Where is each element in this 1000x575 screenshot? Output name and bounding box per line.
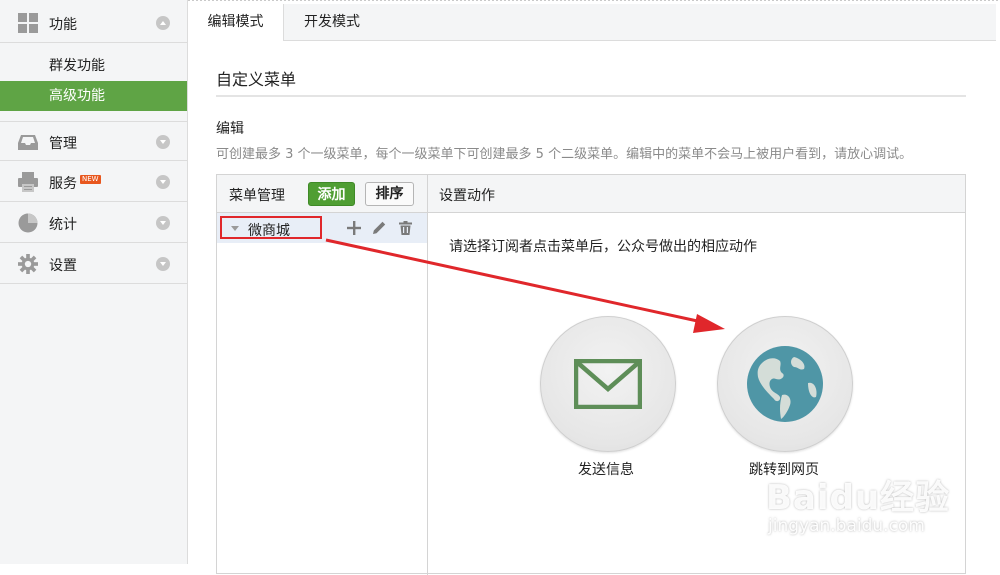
nav-group-label: 功能 xyxy=(49,17,77,33)
nav-group-label: 统计 xyxy=(49,217,77,233)
nav-group-label: 设置 xyxy=(49,258,77,274)
open-webpage-option[interactable] xyxy=(717,316,853,452)
page-title: 自定义菜单 xyxy=(216,70,297,89)
caret-down-icon[interactable] xyxy=(231,226,239,232)
chevron-up-icon[interactable] xyxy=(156,16,170,30)
baidu-watermark-logo: Baidu经验 xyxy=(766,478,951,518)
add-menu-button[interactable]: 添加 xyxy=(308,182,355,206)
chevron-down-icon[interactable] xyxy=(156,175,170,189)
pie-chart-icon xyxy=(17,213,39,233)
chevron-down-icon[interactable] xyxy=(156,216,170,230)
globe-icon xyxy=(747,346,823,422)
sidebar: 功能 群发功能 高级功能 管理 服务 NEW 统计 设置 xyxy=(0,0,188,564)
nav-group-settings[interactable]: 设置 xyxy=(0,244,187,284)
menu-management-title: 菜单管理 xyxy=(229,188,285,204)
nav-group-features[interactable]: 功能 xyxy=(0,3,187,43)
sidebar-item-label: 群发功能 xyxy=(49,58,105,74)
baidu-watermark-url: jingyan.baidu.com xyxy=(768,516,925,536)
menu-item-label: 微商城 xyxy=(248,223,290,239)
tab-dev-mode[interactable]: 开发模式 xyxy=(284,4,380,41)
nav-group-statistics[interactable]: 统计 xyxy=(0,203,187,243)
chevron-down-icon[interactable] xyxy=(156,257,170,271)
sidebar-item-broadcast[interactable]: 群发功能 xyxy=(0,51,187,81)
plus-icon[interactable] xyxy=(347,221,361,235)
tab-edit-mode[interactable]: 编辑模式 xyxy=(188,4,284,41)
panel-header: 菜单管理 添加 排序 设置动作 xyxy=(217,175,965,213)
nav-group-service[interactable]: 服务 NEW xyxy=(0,162,187,202)
nav-group-manage[interactable]: 管理 xyxy=(0,121,187,161)
trash-icon[interactable] xyxy=(399,221,412,235)
action-prompt: 请选择订阅者点击菜单后，公众号做出的相应动作 xyxy=(449,239,757,255)
inbox-icon xyxy=(17,132,39,152)
column-divider xyxy=(427,175,428,575)
edit-description: 可创建最多 3 个一级菜单，每个一级菜单下可创建最多 5 个二级菜单。编辑中的菜… xyxy=(216,147,913,162)
nav-group-label-text: 服务 xyxy=(49,176,77,192)
envelope-icon xyxy=(574,359,642,409)
printer-icon xyxy=(17,172,39,192)
pencil-icon[interactable] xyxy=(372,221,386,235)
sort-menu-button[interactable]: 排序 xyxy=(365,182,414,206)
title-divider xyxy=(216,95,966,97)
menu-list-item[interactable]: 微商城 xyxy=(217,213,427,243)
sidebar-item-advanced[interactable]: 高级功能 xyxy=(0,81,187,111)
sidebar-item-label: 高级功能 xyxy=(49,88,105,104)
set-action-title: 设置动作 xyxy=(439,188,495,204)
mode-tabs: 编辑模式 开发模式 xyxy=(188,4,996,41)
chevron-down-icon[interactable] xyxy=(156,135,170,149)
edit-heading: 编辑 xyxy=(216,121,244,137)
gear-icon xyxy=(17,254,39,274)
menu-item-highlight[interactable]: 微商城 xyxy=(220,216,322,239)
send-message-label: 发送信息 xyxy=(578,462,634,478)
nav-group-label: 服务 NEW xyxy=(49,173,101,193)
nav-group-label: 管理 xyxy=(49,136,77,152)
send-message-option[interactable] xyxy=(540,316,676,452)
grid-icon xyxy=(17,13,39,33)
new-badge: NEW xyxy=(80,175,101,184)
top-divider xyxy=(188,0,1000,1)
